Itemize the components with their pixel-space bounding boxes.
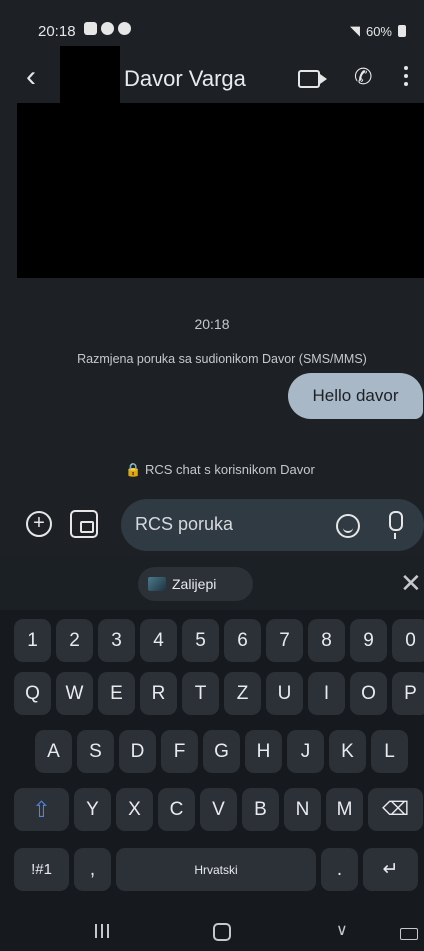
number-row: 1 2 3 4 5 6 7 8 9 0 bbox=[14, 619, 424, 662]
more-vert-icon[interactable] bbox=[404, 66, 408, 90]
status-right: ◥ 60% bbox=[350, 23, 406, 39]
redacted-area bbox=[17, 103, 424, 278]
suggestion-bar: Zalijepi ✕ bbox=[0, 558, 424, 610]
comma-key[interactable]: , bbox=[74, 848, 111, 891]
emoji-icon[interactable] bbox=[336, 514, 360, 538]
home-icon[interactable] bbox=[213, 923, 231, 941]
system-message: Razmjena poruka sa sudionikom Davor (SMS… bbox=[77, 352, 367, 366]
key-5[interactable]: 5 bbox=[182, 619, 219, 662]
key-h[interactable]: H bbox=[245, 730, 282, 773]
paste-chip[interactable]: Zalijepi bbox=[138, 567, 253, 601]
key-e[interactable]: E bbox=[98, 672, 135, 715]
key-s[interactable]: S bbox=[77, 730, 114, 773]
key-t[interactable]: T bbox=[182, 672, 219, 715]
phone-icon[interactable]: ✆ bbox=[354, 64, 372, 90]
key-m[interactable]: M bbox=[326, 788, 363, 831]
shift-key[interactable]: ⇧ bbox=[14, 788, 69, 831]
key-9[interactable]: 9 bbox=[350, 619, 387, 662]
whatsapp-notification-icon bbox=[101, 22, 114, 35]
period-key[interactable]: . bbox=[321, 848, 358, 891]
paste-label: Zalijepi bbox=[172, 576, 217, 592]
key-f[interactable]: F bbox=[161, 730, 198, 773]
key-y[interactable]: Y bbox=[74, 788, 111, 831]
recents-icon[interactable] bbox=[95, 924, 109, 938]
backspace-icon: ⌫ bbox=[382, 799, 409, 820]
message-input[interactable]: RCS poruka bbox=[121, 499, 424, 551]
clipboard-thumbnail bbox=[148, 577, 166, 591]
key-i[interactable]: I bbox=[308, 672, 345, 715]
signal-icon: ◥ bbox=[349, 23, 360, 38]
key-n[interactable]: N bbox=[284, 788, 321, 831]
key-o[interactable]: O bbox=[350, 672, 387, 715]
key-b[interactable]: B bbox=[242, 788, 279, 831]
key-p[interactable]: P bbox=[392, 672, 424, 715]
battery-percent: 60% bbox=[365, 23, 392, 39]
avatar[interactable] bbox=[60, 46, 120, 106]
key-6[interactable]: 6 bbox=[224, 619, 261, 662]
bottom-row: !#1 , Hrvatski . ↵ bbox=[14, 848, 418, 891]
enter-key[interactable]: ↵ bbox=[363, 848, 418, 891]
key-0[interactable]: 0 bbox=[392, 619, 424, 662]
key-v[interactable]: V bbox=[200, 788, 237, 831]
key-q[interactable]: Q bbox=[14, 672, 51, 715]
message-input-placeholder: RCS poruka bbox=[135, 514, 234, 534]
letter-row-2: A S D F G H J K L bbox=[35, 730, 408, 773]
keyboard-switch-icon[interactable] bbox=[400, 928, 418, 940]
key-c[interactable]: C bbox=[158, 788, 195, 831]
video-call-icon[interactable] bbox=[298, 70, 327, 88]
keyboard: Zalijepi ✕ 1 2 3 4 5 6 7 8 9 0 Q W E R T… bbox=[0, 558, 424, 951]
mic-icon[interactable] bbox=[389, 511, 403, 539]
system-nav-bar: ∨ bbox=[0, 910, 424, 951]
backspace-key[interactable]: ⌫ bbox=[368, 788, 423, 831]
rcs-chat-note: 🔒 RCS chat s korisnikom Davor bbox=[125, 462, 315, 477]
key-k[interactable]: K bbox=[329, 730, 366, 773]
key-2[interactable]: 2 bbox=[56, 619, 93, 662]
outgoing-message-bubble[interactable]: Hello davor bbox=[288, 373, 423, 419]
add-circle-icon[interactable]: + bbox=[26, 511, 52, 537]
key-g[interactable]: G bbox=[203, 730, 240, 773]
key-w[interactable]: W bbox=[56, 672, 93, 715]
close-icon[interactable]: ✕ bbox=[400, 568, 422, 599]
key-l[interactable]: L bbox=[371, 730, 408, 773]
letter-row-3: ⇧ Y X C V B N M ⌫ bbox=[14, 788, 423, 831]
gallery-icon[interactable] bbox=[70, 510, 98, 538]
enter-icon: ↵ bbox=[382, 859, 399, 880]
gallery-notification-icon bbox=[84, 22, 97, 35]
notification-icons bbox=[84, 22, 131, 35]
contact-name[interactable]: Davor Varga bbox=[124, 66, 246, 92]
symbols-key[interactable]: !#1 bbox=[14, 848, 69, 891]
key-u[interactable]: U bbox=[266, 672, 303, 715]
status-time: 20:18 bbox=[38, 23, 76, 40]
key-x[interactable]: X bbox=[116, 788, 153, 831]
key-z[interactable]: Z bbox=[224, 672, 261, 715]
battery-icon bbox=[398, 25, 406, 37]
composer: + RCS poruka bbox=[0, 494, 424, 556]
key-8[interactable]: 8 bbox=[308, 619, 345, 662]
message-timestamp: 20:18 bbox=[194, 316, 230, 332]
shift-icon: ⇧ bbox=[32, 796, 51, 822]
key-a[interactable]: A bbox=[35, 730, 72, 773]
key-4[interactable]: 4 bbox=[140, 619, 177, 662]
key-j[interactable]: J bbox=[287, 730, 324, 773]
arrow-left-icon[interactable]: ‹ bbox=[26, 62, 36, 92]
key-d[interactable]: D bbox=[119, 730, 156, 773]
key-1[interactable]: 1 bbox=[14, 619, 51, 662]
chevron-down-icon[interactable]: ∨ bbox=[336, 920, 348, 940]
messenger-notification-icon bbox=[118, 22, 131, 35]
space-key[interactable]: Hrvatski bbox=[116, 848, 316, 891]
key-r[interactable]: R bbox=[140, 672, 177, 715]
key-3[interactable]: 3 bbox=[98, 619, 135, 662]
key-7[interactable]: 7 bbox=[266, 619, 303, 662]
letter-row-1: Q W E R T Z U I O P bbox=[14, 672, 424, 715]
